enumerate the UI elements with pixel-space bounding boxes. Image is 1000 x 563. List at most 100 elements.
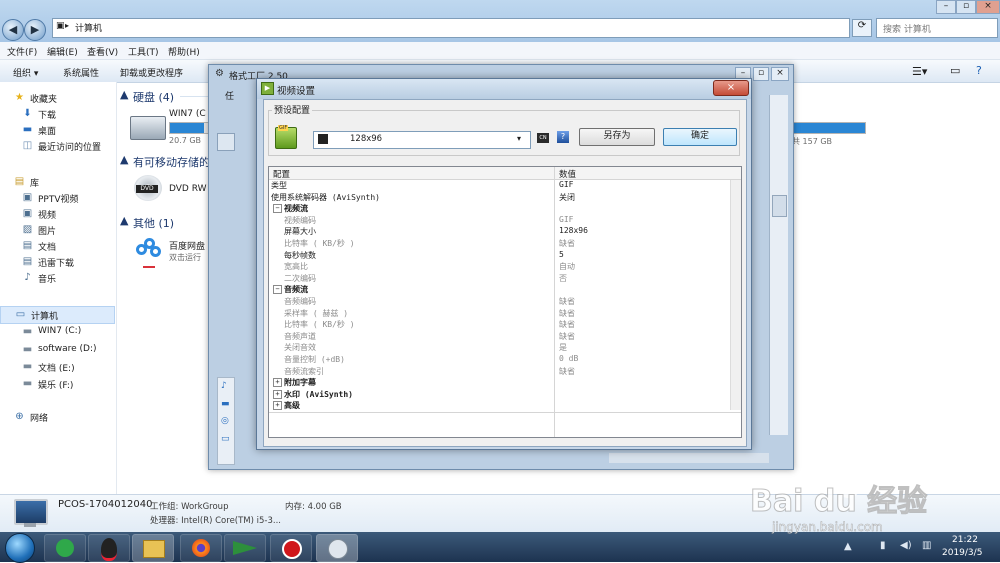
side-tool-icon[interactable] [217, 133, 235, 151]
format-scrollbar[interactable] [769, 95, 788, 435]
tray-network-icon[interactable]: ▥ [922, 540, 931, 551]
start-button[interactable] [5, 533, 35, 563]
row-value[interactable]: 0 dB [559, 354, 578, 363]
nav-videos[interactable]: ▣ 视频 [0, 206, 116, 222]
table-row[interactable]: 关闭音效 是 [269, 342, 741, 354]
nav-xunlei[interactable]: ▤ 迅雷下载 [0, 254, 116, 270]
table-row[interactable]: 音量控制 (+dB) 0 dB [269, 354, 741, 366]
table-row[interactable]: + 高级 [269, 400, 741, 412]
nav-pptv[interactable]: ▣ PPTV视频 [0, 190, 116, 206]
taskbar-app-360[interactable] [44, 534, 86, 562]
table-row[interactable]: 二次编码 否 [269, 273, 741, 285]
format-tab-label[interactable]: 任 [225, 89, 234, 102]
nav-drive-d[interactable]: ▬ software (D:) [0, 342, 116, 358]
help-icon[interactable]: ? [976, 64, 982, 77]
row-value[interactable]: GIF [559, 180, 573, 189]
close-button[interactable]: × [976, 0, 1000, 14]
row-value[interactable]: GIF [559, 215, 573, 224]
table-row[interactable]: 比特率 ( KB/秒 ) 缺省 [269, 238, 741, 250]
nav-computer[interactable]: ▭ 计算机 [0, 306, 115, 324]
row-value[interactable]: 是 [559, 342, 567, 353]
row-value[interactable]: 缺省 [559, 331, 575, 342]
row-value[interactable]: 缺省 [559, 238, 575, 249]
dialog-close-button[interactable]: × [713, 80, 749, 96]
table-row[interactable]: 音频编码 缺省 [269, 296, 741, 308]
group-other-toggle-icon[interactable]: ▲ [120, 214, 128, 227]
preview-pane-icon[interactable]: ▭ [950, 64, 960, 77]
image-tool-icon[interactable]: ▬ [221, 399, 230, 409]
group-removable-toggle-icon[interactable]: ▲ [120, 153, 128, 166]
menu-tools[interactable]: 工具(T) [128, 45, 159, 58]
collapse-icon[interactable]: − [273, 204, 282, 214]
row-value[interactable]: 缺省 [559, 319, 575, 330]
table-row[interactable]: + 水印 (AviSynth) [269, 389, 741, 401]
nav-recent[interactable]: ◫ 最近访问的位置 [0, 138, 116, 154]
menu-view[interactable]: 查看(V) [87, 45, 118, 58]
uninstall-button[interactable]: 卸载或更改程序 [120, 66, 183, 79]
row-value[interactable]: 缺省 [559, 308, 575, 319]
preset-select[interactable]: 128x96 ▾ [313, 131, 531, 149]
table-row[interactable]: 比特率 ( KB/秒 ) 缺省 [269, 319, 741, 331]
drive-c-icon[interactable] [130, 116, 166, 140]
nav-drive-e[interactable]: ▬ 文档 (E:) [0, 359, 116, 375]
nav-network[interactable]: ⊕ 网络 [0, 409, 116, 425]
taskbar-qq[interactable] [88, 534, 130, 562]
forward-button[interactable]: ▶ [24, 19, 46, 41]
row-value[interactable]: 5 [559, 250, 564, 259]
table-row[interactable]: 每秒帧数 5 [269, 250, 741, 262]
clock-date[interactable]: 2019/3/5 [942, 548, 982, 558]
table-row[interactable]: 视频编码 GIF [269, 215, 741, 227]
disc-tool-icon[interactable]: ◎ [221, 416, 229, 426]
format-close-button[interactable]: × [771, 67, 789, 81]
baidu-netdisk-label[interactable]: 百度网盘 [169, 239, 205, 252]
group-hdd-toggle-icon[interactable]: ▲ [120, 88, 128, 101]
table-row[interactable]: 宽高比 自动 [269, 261, 741, 273]
collapse-icon[interactable]: − [273, 285, 282, 295]
table-row[interactable]: 采样率 ( 赫兹 ) 缺省 [269, 308, 741, 320]
dvd-drive-label[interactable]: DVD RW [169, 184, 207, 194]
taskbar-firefox[interactable] [180, 534, 222, 562]
nav-music[interactable]: ♪ 音乐 [0, 270, 116, 286]
nav-desktop[interactable]: ▬ 桌面 [0, 122, 116, 138]
search-input[interactable]: 搜索 计算机 [876, 18, 998, 38]
nav-pictures[interactable]: ▨ 图片 [0, 222, 116, 238]
row-value[interactable]: 自动 [559, 261, 575, 272]
system-properties-button[interactable]: 系统属性 [63, 66, 99, 79]
nav-favorites[interactable]: ★ 收藏夹 [0, 90, 116, 106]
nav-drive-f[interactable]: ▬ 娱乐 (F:) [0, 376, 116, 392]
menu-edit[interactable]: 编辑(E) [47, 45, 78, 58]
tray-volume-icon[interactable]: ◀) [900, 540, 912, 551]
taskbar-pptv[interactable] [224, 534, 266, 562]
expand-icon[interactable]: + [273, 401, 282, 411]
drive-c-label[interactable]: WIN7 (C [169, 109, 206, 119]
menu-help[interactable]: 帮助(H) [168, 45, 200, 58]
address-bar[interactable]: ▣ ▸ 计算机 [52, 18, 850, 38]
table-row[interactable]: 音频声道 缺省 [269, 331, 741, 343]
audio-tool-icon[interactable]: ♪ [221, 381, 227, 391]
maximize-button[interactable]: ▫ [956, 0, 976, 14]
taskbar-format-factory[interactable] [316, 534, 358, 562]
nav-downloads[interactable]: ⬇ 下载 [0, 106, 116, 122]
baidu-netdisk-icon[interactable] [136, 238, 162, 268]
table-row[interactable]: − 音频流 [269, 284, 741, 296]
row-value[interactable]: 关闭 [559, 192, 575, 203]
nav-libraries[interactable]: ▤ 库 [0, 174, 116, 190]
back-button[interactable]: ◀ [2, 19, 24, 41]
table-row[interactable]: 音频流索引 缺省 [269, 366, 741, 378]
nav-documents[interactable]: ▤ 文档 [0, 238, 116, 254]
refresh-icon[interactable]: ⟳ [852, 19, 872, 37]
view-options-icon[interactable]: ☰▾ [912, 65, 927, 78]
utility-tool-icon[interactable]: ▭ [221, 434, 230, 444]
save-as-button[interactable]: 另存为 [579, 128, 655, 146]
minimize-button[interactable]: – [936, 0, 956, 14]
dvd-drive-icon[interactable]: DVD [134, 175, 164, 203]
nav-drive-c[interactable]: ▬ WIN7 (C:) [0, 324, 116, 340]
tray-power-icon[interactable]: ▮ [880, 540, 886, 551]
menu-file[interactable]: 文件(F) [7, 45, 37, 58]
expand-icon[interactable]: + [273, 389, 282, 399]
cn-language-icon[interactable]: CN [537, 133, 549, 143]
row-value[interactable]: 缺省 [559, 296, 575, 307]
row-value[interactable]: 128x96 [559, 226, 588, 235]
ok-button[interactable]: 确定 [663, 128, 737, 146]
taskbar-explorer[interactable] [132, 534, 174, 562]
